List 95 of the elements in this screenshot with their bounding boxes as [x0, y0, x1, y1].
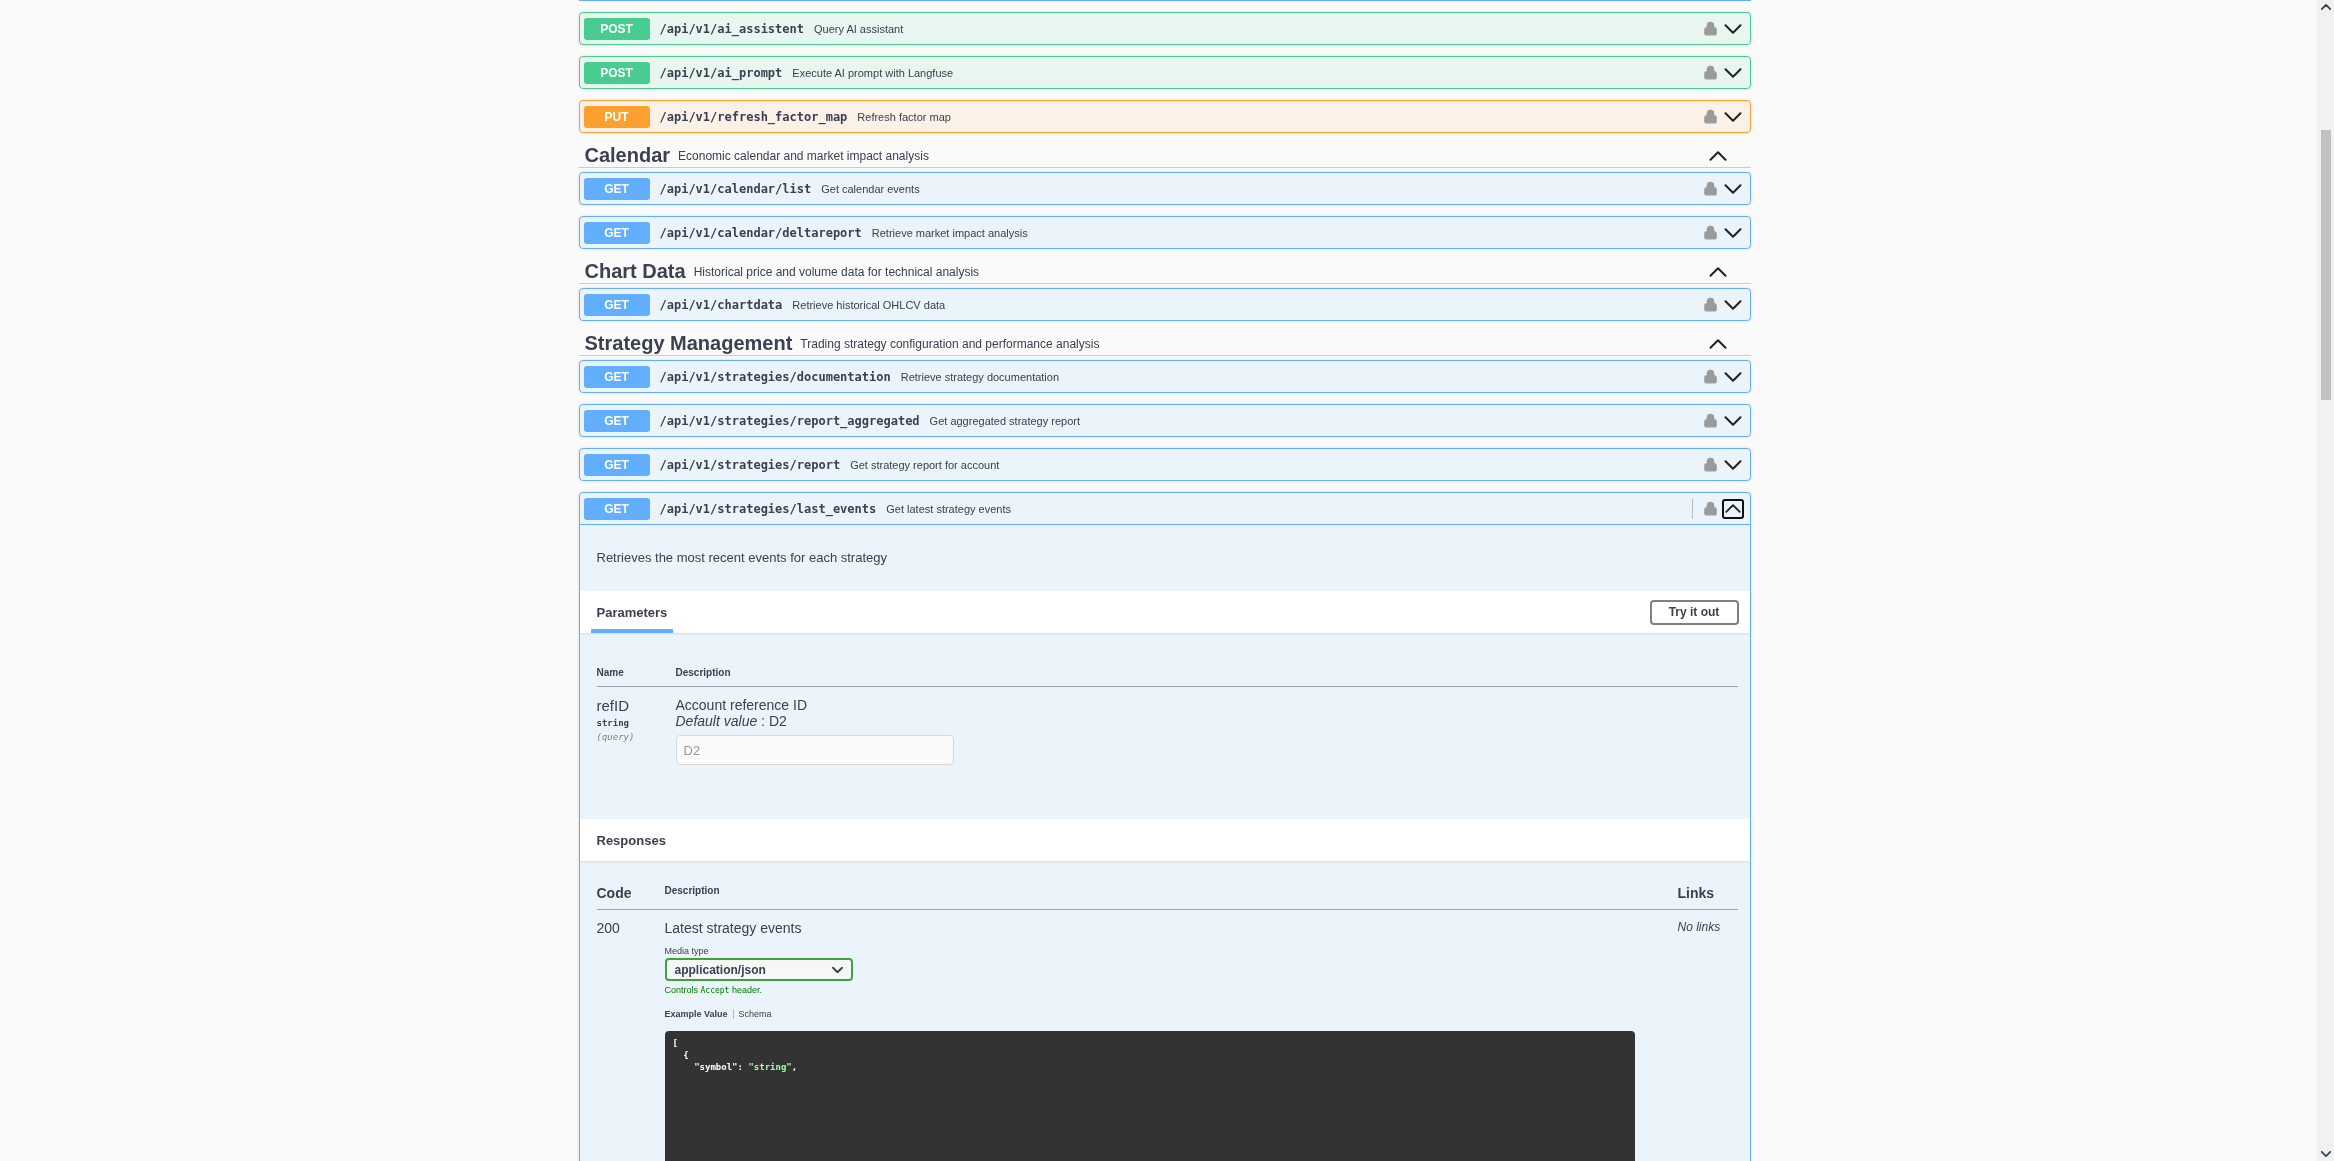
lock-icon[interactable] — [1702, 21, 1718, 36]
section-description: Trading strategy configuration and performance analysis — [800, 336, 1101, 351]
endpoint-path[interactable]: /api/v1/strategies/report_aggregated — [659, 413, 920, 428]
lock-icon[interactable] — [1702, 501, 1718, 516]
column-header: Code — [596, 885, 633, 901]
section-description: Economic calendar and market impact analysis — [678, 148, 930, 163]
chevron-down-icon — [1723, 183, 1742, 194]
section-toggle[interactable] — [1708, 266, 1727, 277]
method-badge: POST — [583, 17, 650, 40]
lock-icon[interactable] — [1702, 225, 1718, 240]
chevron-up-icon — [1708, 266, 1727, 277]
lock-icon[interactable] — [1702, 413, 1718, 428]
expand-toggle[interactable] — [1721, 498, 1744, 519]
endpoint-summary: Get calendar events — [821, 182, 921, 195]
input-field[interactable]: D2 — [675, 735, 954, 765]
endpoint-path[interactable]: /api/v1/ai_assistent — [659, 21, 804, 36]
endpoint-path[interactable]: /api/v1/calendar/list — [659, 181, 812, 196]
parameter-description: Account reference ID — [675, 697, 808, 713]
endpoint-summary: Query AI assistant — [814, 22, 905, 35]
method-badge: GET — [583, 365, 650, 388]
section-header[interactable]: Chart Data Historical price and volume data for technical analysis — [578, 260, 1751, 284]
section-title: Calendar — [584, 144, 671, 167]
method-badge: POST — [583, 61, 650, 84]
lock-icon[interactable] — [1702, 369, 1718, 384]
operation-description: Retrieves the most recent events for each strategy — [595, 549, 888, 567]
response-description: Latest strategy events — [664, 920, 803, 936]
example-tab[interactable]: Example Value — [664, 1009, 733, 1019]
scroll-up-icon[interactable] — [2320, 4, 2331, 10]
default-value: Default value : D2 — [675, 713, 788, 729]
parameters-tab[interactable]: Parameters — [590, 591, 674, 633]
try-it-out-button[interactable]: Try it out — [1649, 599, 1739, 625]
endpoint-summary: Get strategy report for account — [850, 458, 1001, 471]
endpoint-path[interactable]: /api/v1/calendar/deltareport — [659, 225, 862, 240]
chevron-down-icon — [1723, 371, 1742, 382]
chevron-down-icon — [1723, 23, 1742, 34]
section-title: Strategy Management — [584, 332, 793, 355]
endpoint-summary: Retrieve market impact analysis — [871, 226, 1029, 239]
chevron-down-icon — [1723, 415, 1742, 426]
caret-icon — [831, 966, 843, 973]
scrollbar[interactable] — [2317, 0, 2334, 1161]
responses-title: Responses — [595, 832, 666, 848]
section-title: Chart Data — [584, 260, 686, 283]
lock-icon[interactable] — [1702, 109, 1718, 124]
method-badge: GET — [583, 293, 650, 316]
media-type-label: Media type — [664, 946, 710, 956]
section-header[interactable]: Strategy Management Trading strategy configuration and performance analysis — [578, 332, 1751, 356]
endpoint-summary: Retrieve historical OHLCV data — [792, 298, 947, 311]
endpoint-path[interactable]: /api/v1/ai_prompt — [659, 65, 783, 80]
column-header: Links — [1677, 885, 1716, 901]
links-text: No links — [1677, 920, 1722, 936]
chevron-down-icon — [1723, 227, 1742, 238]
endpoint-path[interactable]: /api/v1/refresh_factor_map — [659, 109, 848, 124]
section-toggle[interactable] — [1708, 150, 1727, 161]
parameter-name: refID — [596, 697, 630, 714]
example-code-block: [ { "symbol": "string", — [664, 1031, 1635, 1161]
section-description: Historical price and volume data for technical analysis — [693, 264, 981, 279]
media-type-select[interactable]: application/json — [664, 958, 853, 981]
method-badge: GET — [583, 453, 650, 476]
scroll-down-icon[interactable] — [2320, 1151, 2331, 1157]
endpoint-path[interactable]: /api/v1/strategies/documentation — [659, 369, 891, 384]
controls-note: Controls Accept header. — [664, 985, 763, 995]
endpoint-path[interactable]: /api/v1/strategies/report — [659, 457, 841, 472]
column-header: Description — [675, 667, 732, 678]
chevron-down-icon — [1723, 299, 1742, 310]
chevron-up-icon — [1708, 150, 1727, 161]
method-badge: PUT — [583, 105, 650, 128]
chevron-down-icon — [1723, 459, 1742, 470]
method-badge: GET — [583, 409, 650, 432]
endpoint-summary: Get latest strategy events — [886, 502, 1012, 515]
scrollbar-thumb[interactable] — [2320, 130, 2331, 400]
lock-icon[interactable] — [1702, 297, 1718, 312]
chevron-down-icon — [1723, 67, 1742, 78]
column-header: Description — [664, 885, 721, 898]
method-badge: GET — [583, 221, 650, 244]
chevron-up-icon — [1708, 338, 1727, 349]
endpoint-summary: Retrieve strategy documentation — [900, 370, 1061, 383]
lock-icon[interactable] — [1702, 65, 1718, 80]
column-header: Name — [596, 667, 625, 678]
example-tab[interactable]: Schema — [732, 1009, 777, 1019]
lock-icon[interactable] — [1702, 457, 1718, 472]
parameter-location: (query) — [596, 732, 636, 742]
response-code: 200 — [596, 920, 621, 938]
parameter-type: string — [596, 718, 630, 728]
endpoint-summary: Execute AI prompt with Langfuse — [792, 66, 955, 79]
endpoint-summary: Get aggregated strategy report — [929, 414, 1082, 427]
section-header[interactable]: Calendar Economic calendar and market impact analysis — [578, 144, 1751, 168]
endpoint-summary: Refresh factor map — [857, 110, 952, 123]
endpoint-path[interactable]: /api/v1/chartdata — [659, 297, 783, 312]
method-badge: GET — [583, 497, 650, 520]
endpoint-path[interactable]: /api/v1/strategies/last_events — [659, 501, 877, 516]
method-badge: GET — [583, 177, 650, 200]
chevron-down-icon — [1723, 111, 1742, 122]
section-toggle[interactable] — [1708, 338, 1727, 349]
lock-icon[interactable] — [1702, 181, 1718, 196]
chevron-up-icon — [1724, 504, 1741, 513]
